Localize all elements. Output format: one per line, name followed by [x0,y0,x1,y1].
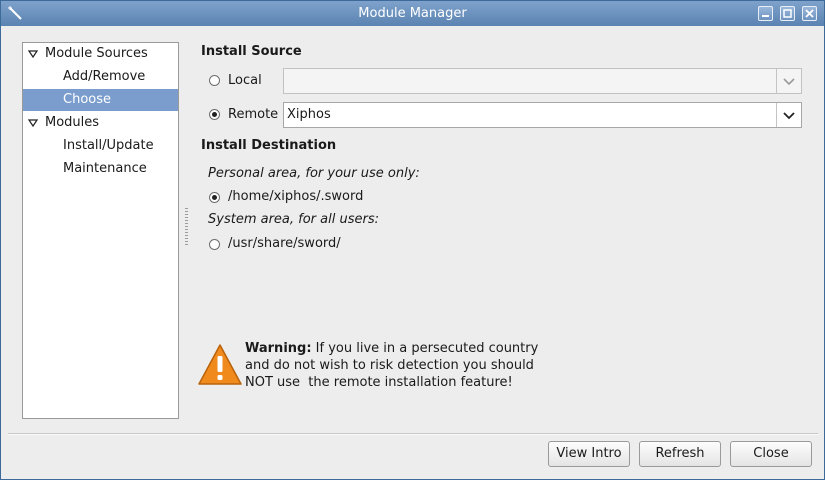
warning-label: Warning: [245,341,312,356]
sidebar-item-maintenance[interactable]: Maintenance [23,158,178,180]
sidebar-item-label: Modules [45,115,100,130]
close-button[interactable]: Close [730,441,812,467]
local-radio[interactable] [209,75,220,86]
sidebar-item-install-update[interactable]: Install/Update [23,135,178,157]
personal-path-label[interactable]: /home/xiphos/.sword [228,189,363,204]
local-label[interactable]: Local [228,73,262,88]
sidebar-item-label: Module Sources [45,46,148,61]
remote-radio[interactable] [209,109,220,120]
install-destination-heading: Install Destination [201,138,337,153]
warning-message: Warning: If you live in a persecuted cou… [245,340,538,391]
chevron-down-icon [783,112,795,120]
local-path-combo[interactable] [283,68,802,94]
install-source-heading: Install Source [201,44,302,59]
system-area-radio[interactable] [209,239,220,250]
local-combo-dropdown[interactable] [776,69,801,93]
view-intro-button[interactable]: View Intro [548,441,630,467]
module-manager-window: Module Manager Module Sources Add/Remove… [0,0,825,480]
personal-area-caption: Personal area, for your use only: [208,166,420,181]
expander-down-icon[interactable] [28,49,38,59]
personal-area-radio[interactable] [209,192,220,203]
title-bar[interactable]: Module Manager [1,1,824,26]
sidebar-item-label: Choose [63,92,111,107]
warning-line-2: and do not wish to risk detection you sh… [245,358,534,373]
expander-down-icon[interactable] [28,118,38,128]
sidebar-tree: Module Sources Add/Remove Choose Modules… [22,42,179,419]
sidebar-item-choose[interactable]: Choose [23,89,178,111]
window-title: Module Manager [358,6,467,21]
sidebar-item-label: Maintenance [63,161,147,176]
system-path-label[interactable]: /usr/share/sword/ [228,236,341,251]
pane-resize-handle[interactable] [185,208,188,246]
sidebar-item-module-sources[interactable]: Module Sources [23,43,178,65]
close-window-button[interactable] [802,6,817,21]
maximize-icon [783,9,792,18]
button-separator [8,433,818,435]
warning-line-3: NOT use the remote installation feature! [245,375,513,390]
warning-line-1: If you live in a persecuted country [311,341,539,356]
minimize-button[interactable] [758,6,773,21]
warning-icon [198,344,242,385]
system-area-caption: System area, for all users: [208,212,379,227]
remote-source-combo[interactable]: Xiphos [283,102,802,128]
sidebar-item-modules[interactable]: Modules [23,112,178,134]
sidebar-item-label: Add/Remove [63,69,146,84]
sidebar-item-add-remove[interactable]: Add/Remove [23,66,178,88]
remote-combo-dropdown[interactable] [776,103,801,127]
remote-label[interactable]: Remote [228,107,278,122]
close-icon [805,9,814,18]
sidebar-item-label: Install/Update [63,138,154,153]
refresh-button[interactable]: Refresh [639,441,721,467]
remote-source-value: Xiphos [287,107,331,122]
minimize-icon [762,15,769,17]
maximize-button[interactable] [780,6,795,21]
chevron-down-icon [783,78,795,86]
